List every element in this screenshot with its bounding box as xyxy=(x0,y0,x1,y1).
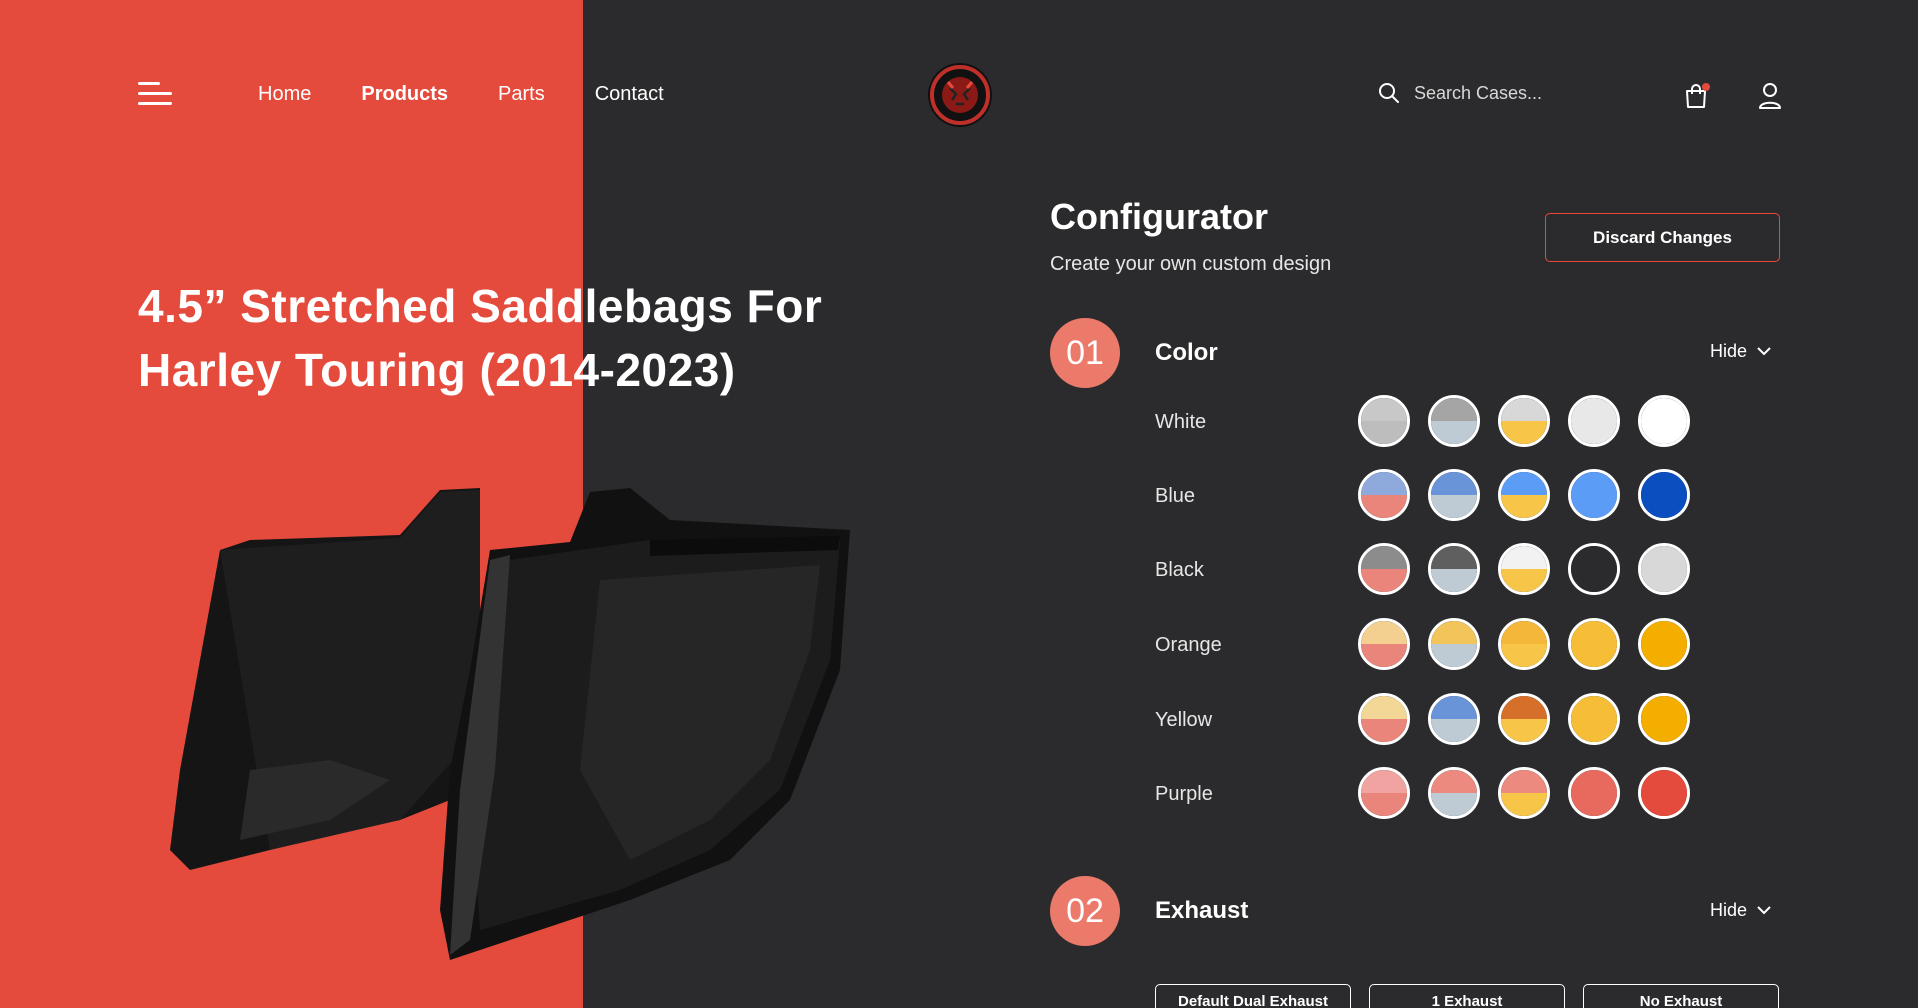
nav-contact[interactable]: Contact xyxy=(595,82,664,106)
color-swatch[interactable] xyxy=(1428,395,1480,447)
color-swatch[interactable] xyxy=(1638,767,1690,819)
exhaust-option-none[interactable]: No Exhaust xyxy=(1583,984,1779,1008)
exhaust-option-single[interactable]: 1 Exhaust xyxy=(1369,984,1565,1008)
search-icon[interactable] xyxy=(1378,82,1400,104)
exhaust-option-default-dual[interactable]: Default Dual Exhaust xyxy=(1155,984,1351,1008)
swatch-row xyxy=(1358,693,1690,745)
color-swatch[interactable] xyxy=(1428,469,1480,521)
color-swatch[interactable] xyxy=(1568,543,1620,595)
step-badge-exhaust: 02 xyxy=(1050,876,1120,946)
step-badge-color: 01 xyxy=(1050,318,1120,388)
chevron-down-icon xyxy=(1757,906,1771,915)
color-swatch[interactable] xyxy=(1358,395,1410,447)
color-swatch[interactable] xyxy=(1428,767,1480,819)
configurator-subtitle: Create your own custom design xyxy=(1050,253,1332,275)
color-swatch[interactable] xyxy=(1568,693,1620,745)
color-swatch[interactable] xyxy=(1428,543,1480,595)
product-title: 4.5” Stretched Saddlebags For Harley Tou… xyxy=(138,274,878,402)
nav-home[interactable]: Home xyxy=(258,82,311,106)
swatch-row xyxy=(1358,618,1690,670)
color-row-label: Orange xyxy=(1155,634,1222,656)
cart-icon[interactable] xyxy=(1684,82,1710,110)
color-swatch[interactable] xyxy=(1568,767,1620,819)
section-label-exhaust: Exhaust xyxy=(1155,897,1249,924)
color-swatch[interactable] xyxy=(1358,543,1410,595)
product-image xyxy=(170,488,850,960)
color-swatch[interactable] xyxy=(1568,469,1620,521)
chevron-down-icon xyxy=(1757,347,1771,356)
color-swatch[interactable] xyxy=(1638,618,1690,670)
brand-logo[interactable] xyxy=(926,62,994,128)
discard-changes-button[interactable]: Discard Changes xyxy=(1545,213,1780,262)
color-row-label: Black xyxy=(1155,559,1204,581)
color-row-label: Purple xyxy=(1155,783,1213,805)
color-swatch[interactable] xyxy=(1358,767,1410,819)
color-swatch[interactable] xyxy=(1638,469,1690,521)
nav-parts[interactable]: Parts xyxy=(498,82,545,106)
swatch-row xyxy=(1358,543,1690,595)
color-swatch[interactable] xyxy=(1638,543,1690,595)
hide-exhaust-toggle[interactable]: Hide xyxy=(1710,900,1771,921)
color-swatch[interactable] xyxy=(1498,395,1550,447)
color-swatch[interactable] xyxy=(1428,693,1480,745)
color-swatch[interactable] xyxy=(1568,618,1620,670)
swatch-row xyxy=(1358,395,1690,447)
color-row-label: Yellow xyxy=(1155,709,1213,731)
color-swatch[interactable] xyxy=(1638,693,1690,745)
configurator-title: Configurator xyxy=(1050,196,1268,237)
product-title-line2: Harley Touring (2014-2023) xyxy=(138,344,736,396)
color-row-label: Blue xyxy=(1155,485,1196,507)
color-swatch[interactable] xyxy=(1358,618,1410,670)
color-swatch[interactable] xyxy=(1498,469,1550,521)
color-swatch[interactable] xyxy=(1498,767,1550,819)
color-swatch[interactable] xyxy=(1498,543,1550,595)
color-swatch[interactable] xyxy=(1428,618,1480,670)
color-row-label: White xyxy=(1155,411,1207,433)
menu-icon[interactable] xyxy=(138,82,172,106)
exhaust-options: Default Dual Exhaust 1 Exhaust No Exhaus… xyxy=(1155,984,1779,1008)
product-title-line1: 4.5” Stretched Saddlebags For xyxy=(138,280,823,332)
search-input[interactable] xyxy=(1414,82,1614,104)
color-swatch[interactable] xyxy=(1498,618,1550,670)
color-swatch[interactable] xyxy=(1358,693,1410,745)
main-nav: Home Products Parts Contact xyxy=(258,82,664,106)
color-swatch[interactable] xyxy=(1568,395,1620,447)
swatch-row xyxy=(1358,767,1690,819)
nav-products[interactable]: Products xyxy=(361,82,448,106)
hide-exhaust-label: Hide xyxy=(1710,900,1748,920)
search-bar xyxy=(1378,82,1614,104)
color-swatch[interactable] xyxy=(1638,395,1690,447)
swatch-row xyxy=(1358,469,1690,521)
user-icon[interactable] xyxy=(1758,82,1782,110)
section-label-color: Color xyxy=(1155,339,1218,366)
color-swatch[interactable] xyxy=(1358,469,1410,521)
hide-color-label: Hide xyxy=(1710,341,1748,361)
hide-color-toggle[interactable]: Hide xyxy=(1710,341,1771,362)
color-swatch[interactable] xyxy=(1498,693,1550,745)
